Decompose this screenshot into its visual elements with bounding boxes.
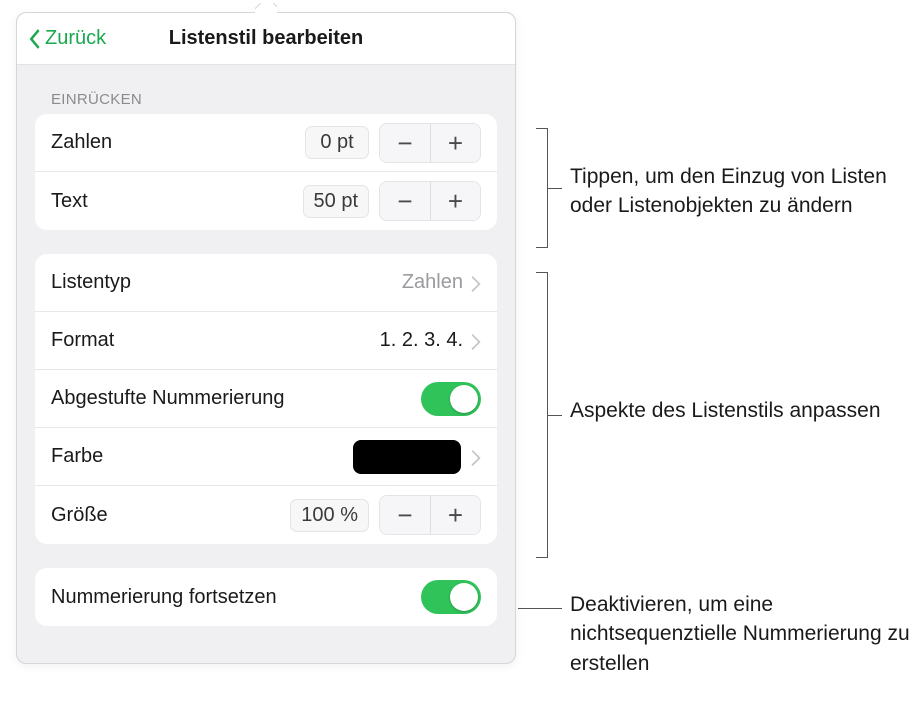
tiered-row: Abgestufte Nummerierung <box>35 370 497 428</box>
size-row: Größe 100 % − + <box>35 486 497 544</box>
indent-numbers-label: Zahlen <box>51 131 305 154</box>
format-value: 1. 2. 3. 4. <box>380 329 463 352</box>
format-label: Format <box>51 329 380 352</box>
indent-numbers-row: Zahlen 0 pt − + <box>35 114 497 172</box>
content-area: EINRÜCKEN Zahlen 0 pt − + Text 50 pt − + <box>17 91 515 668</box>
indent-numbers-stepper: − + <box>379 123 481 163</box>
edit-list-style-popover: Zurück Listenstil bearbeiten EINRÜCKEN Z… <box>16 12 516 664</box>
indent-numbers-decrement[interactable]: − <box>380 124 430 162</box>
size-label: Größe <box>51 504 290 527</box>
plus-icon: + <box>448 188 463 214</box>
indent-numbers-increment[interactable]: + <box>430 124 480 162</box>
indent-text-label: Text <box>51 190 303 213</box>
callout-text-1: Tippen, um den Einzug von Listen oder Li… <box>570 162 918 221</box>
continue-row: Nummerierung fortsetzen <box>35 568 497 626</box>
tiered-label: Abgestufte Nummerierung <box>51 387 421 410</box>
tiered-toggle[interactable] <box>421 382 481 416</box>
plus-icon: + <box>448 502 463 528</box>
style-card: Listentyp Zahlen Format 1. 2. 3. 4. Abge… <box>35 254 497 544</box>
minus-icon: − <box>397 188 412 214</box>
continue-toggle[interactable] <box>421 580 481 614</box>
size-stepper: − + <box>379 495 481 535</box>
callout-text-2: Aspekte des Listenstils anpassen <box>570 396 918 425</box>
callout-lead-3 <box>518 608 562 609</box>
format-row[interactable]: Format 1. 2. 3. 4. <box>35 312 497 370</box>
header-title: Listenstil bearbeiten <box>169 27 364 50</box>
indent-text-stepper: − + <box>379 181 481 221</box>
callout-bracket-1 <box>536 128 548 248</box>
plus-icon: + <box>448 130 463 156</box>
minus-icon: − <box>397 130 412 156</box>
chevron-right-icon <box>471 333 481 349</box>
minus-icon: − <box>397 502 412 528</box>
callout-lead-1 <box>548 188 562 189</box>
continue-label: Nummerierung fortsetzen <box>51 586 421 609</box>
indent-text-decrement[interactable]: − <box>380 182 430 220</box>
indent-text-row: Text 50 pt − + <box>35 172 497 230</box>
chevron-right-icon <box>471 449 481 465</box>
color-label: Farbe <box>51 445 353 468</box>
listtype-value: Zahlen <box>402 271 463 294</box>
callout-text-3: Deaktivieren, um eine nichtsequenztielle… <box>570 590 918 678</box>
indent-card: Zahlen 0 pt − + Text 50 pt − + <box>35 114 497 230</box>
back-label: Zurück <box>45 27 106 50</box>
indent-text-value: 50 pt <box>303 185 369 218</box>
continue-card: Nummerierung fortsetzen <box>35 568 497 626</box>
indent-numbers-value: 0 pt <box>305 126 369 159</box>
header-bar: Zurück Listenstil bearbeiten <box>17 13 515 65</box>
callout-bracket-2 <box>536 272 548 558</box>
callout-lead-2 <box>548 415 562 416</box>
chevron-left-icon <box>27 28 41 50</box>
chevron-right-icon <box>471 275 481 291</box>
indent-text-increment[interactable]: + <box>430 182 480 220</box>
color-row[interactable]: Farbe <box>35 428 497 486</box>
listtype-row[interactable]: Listentyp Zahlen <box>35 254 497 312</box>
listtype-label: Listentyp <box>51 271 402 294</box>
color-swatch <box>353 440 461 474</box>
back-button[interactable]: Zurück <box>27 13 106 64</box>
indent-heading: EINRÜCKEN <box>51 91 497 108</box>
size-increment[interactable]: + <box>430 496 480 534</box>
size-decrement[interactable]: − <box>380 496 430 534</box>
size-value: 100 % <box>290 499 369 532</box>
